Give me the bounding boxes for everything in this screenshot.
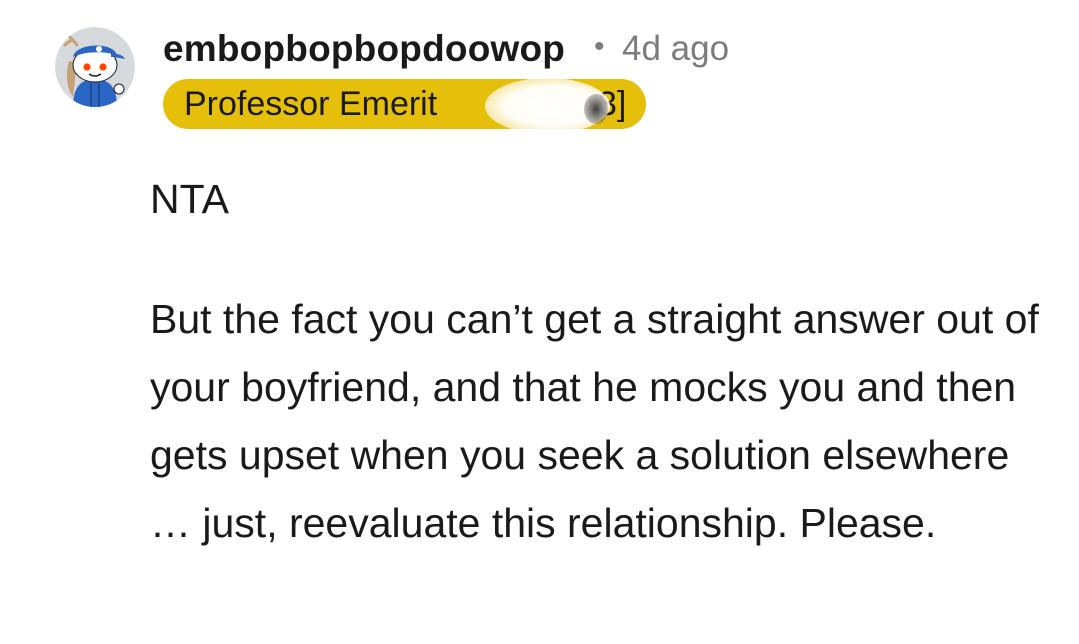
meta-separator: • — [594, 30, 605, 63]
user-avatar[interactable] — [55, 27, 135, 107]
reddit-snoo-avatar-icon — [55, 27, 135, 107]
username[interactable]: embopbopbopdoowop — [163, 28, 565, 70]
comment-paragraph: NTA — [150, 176, 229, 222]
comment: embopbopbopdoowop • 4d ago Professor Eme… — [0, 0, 1079, 644]
redaction-blur-mark — [584, 94, 608, 124]
comment-body: NTA But the fact you can’t get a straigh… — [150, 165, 1050, 557]
comment-timestamp[interactable]: 4d ago — [622, 29, 729, 69]
comment-paragraph: But the fact you can’t get a straight an… — [150, 296, 1039, 546]
user-flair-text: Professor Emerit — [184, 85, 438, 123]
